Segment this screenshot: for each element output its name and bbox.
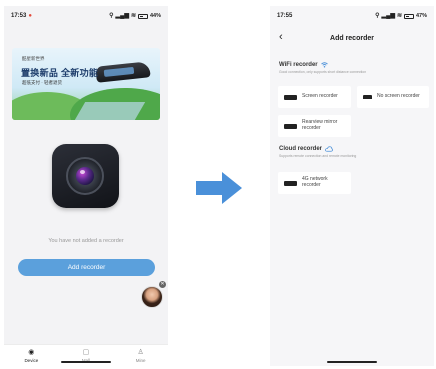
wifi-section-header: WiFi recorder Good connection, only supp… [279,62,366,74]
4g-network-recorder-option[interactable]: 4G network recorder [278,172,351,194]
4g-recorder-icon [284,180,297,186]
back-icon[interactable]: ‹ [279,30,283,44]
rearview-mirror-recorder-icon [284,123,297,129]
app-notification-icon: ● [28,13,32,19]
nav-bar: ‹ Add recorder [270,30,434,46]
wifi-icon: ≋ [396,13,402,19]
home-indicator [61,361,111,363]
camera-illustration [52,144,119,208]
rearview-mirror-recorder-option[interactable]: Rearview mirror recorder [278,115,351,137]
add-recorder-button[interactable]: Add recorder [18,259,155,276]
wifi-icon [320,62,328,68]
camera-icon: ◉ [28,349,35,356]
4g-network-recorder-label: 4G network recorder [302,176,328,188]
screen-recorder-option[interactable]: Screen recorder [278,86,351,108]
tab-mine-label: Mine [135,358,146,363]
page-title: Add recorder [330,34,374,42]
banner-title: 置换新品 全新功能 [21,68,99,78]
empty-state-message: You have not added a recorder [48,238,124,244]
tab-device[interactable]: ◉ Device [16,349,46,363]
battery-icon [403,13,414,19]
mirror-recorder-image [95,61,151,83]
rearview-mirror-recorder-label: Rearview mirror recorder [302,119,338,131]
screen-recorder-label: Screen recorder [302,93,338,100]
transition-arrow-icon [196,172,242,204]
location-icon: ⚲ [109,13,114,19]
status-time: 17:53 [11,13,27,19]
no-screen-recorder-option[interactable]: No screen recorder [357,86,429,108]
close-icon[interactable]: ✕ [159,281,166,288]
no-screen-recorder-icon [363,95,372,99]
status-bar: 17:53 ● ⚲ ▂▄▆ ≋ 44% [4,6,168,26]
battery-percent: 47% [415,13,427,19]
signal-icon: ▂▄▆ [115,13,129,19]
tab-mine[interactable]: ♙ Mine [126,349,156,363]
banner-brand: 酷星新世界 [22,56,45,61]
customer-service-avatar[interactable] [141,286,163,308]
promo-banner[interactable]: 酷星新世界 置换新品 全新功能 超低支付 · 轻者退货 [12,48,160,120]
wifi-icon: ≋ [130,13,136,19]
cloud-section-title: Cloud recorder [279,146,323,152]
signal-icon: ▂▄▆ [381,13,395,19]
battery-icon [137,13,148,19]
tab-device-label: Device [24,358,39,363]
bag-icon: ▢ [82,349,90,356]
cloud-section-description: Supports remote connection and remote mo… [279,154,357,158]
wifi-section-title: WiFi recorder [279,62,318,68]
cloud-icon [325,146,334,152]
location-icon: ⚲ [375,13,380,19]
add-recorder-screen: 17:55 ⚲ ▂▄▆ ≋ 47% ‹ Add recorder WiFi re… [270,6,434,366]
home-indicator [327,361,377,363]
wifi-section-description: Good connection, only supports short dis… [279,70,367,74]
device-home-screen: 17:53 ● ⚲ ▂▄▆ ≋ 44% 酷星新世界 置换新品 全新功能 超低支付… [4,6,168,366]
screen-recorder-icon [284,94,297,100]
no-screen-recorder-label: No screen recorder [377,93,420,100]
status-time: 17:55 [277,13,293,19]
cloud-section-header: Cloud recorder Supports remote connectio… [279,146,356,158]
person-icon: ♙ [137,349,144,356]
banner-subtitle: 超低支付 · 轻者退货 [22,80,62,85]
battery-percent: 44% [149,13,161,19]
status-bar: 17:55 ⚲ ▂▄▆ ≋ 47% [270,6,434,26]
